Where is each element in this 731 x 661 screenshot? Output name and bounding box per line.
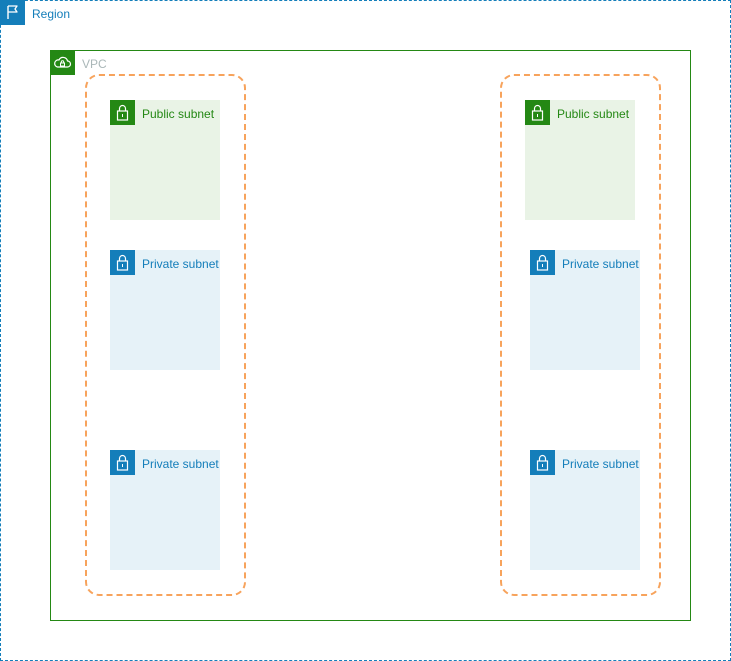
subnet-label: Public subnet bbox=[557, 107, 630, 121]
flag-icon bbox=[0, 0, 25, 25]
region-label: Region bbox=[32, 7, 71, 21]
lock-icon bbox=[530, 450, 555, 475]
lock-icon bbox=[110, 100, 135, 125]
lock-icon bbox=[110, 450, 135, 475]
subnet-label: Private subnet bbox=[142, 257, 219, 271]
cloud-lock-icon bbox=[50, 50, 75, 75]
lock-icon bbox=[525, 100, 550, 125]
subnet-label: Private subnet bbox=[142, 457, 219, 471]
subnet-label: Private subnet bbox=[562, 257, 639, 271]
subnet-label: Private subnet bbox=[562, 457, 639, 471]
lock-icon bbox=[110, 250, 135, 275]
subnet-label: Public subnet bbox=[142, 107, 215, 121]
vpc-label: VPC bbox=[82, 57, 107, 71]
lock-icon bbox=[530, 250, 555, 275]
